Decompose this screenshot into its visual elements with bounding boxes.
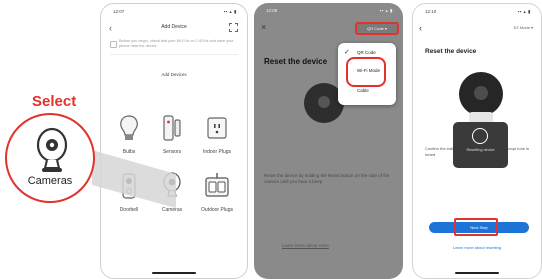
callout-label: Cameras [27, 175, 73, 187]
callout-cameras[interactable]: Cameras [5, 113, 95, 203]
camera-icon [36, 127, 68, 172]
